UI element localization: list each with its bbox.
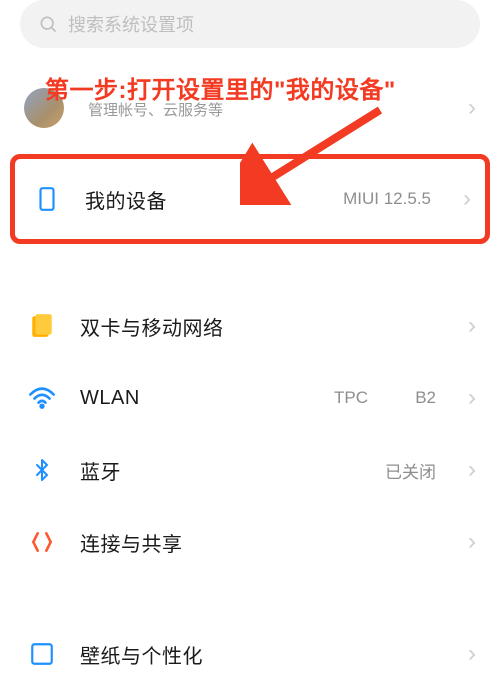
chevron-right-icon: ›	[468, 384, 476, 412]
chevron-right-icon: ›	[468, 528, 476, 556]
callout-text: 第一步:打开设置里的"我的设备"	[45, 70, 396, 105]
connect-share-row[interactable]: 连接与共享 ›	[0, 506, 500, 578]
chevron-right-icon: ›	[468, 94, 476, 122]
sim-title: 双卡与移动网络	[80, 312, 444, 341]
bluetooth-value: 已关闭	[385, 458, 436, 483]
share-icon	[28, 528, 56, 556]
wallpaper-icon	[28, 640, 56, 668]
bluetooth-title: 蓝牙	[80, 456, 361, 485]
chevron-right-icon: ›	[463, 185, 471, 213]
chevron-right-icon: ›	[468, 640, 476, 668]
wlan-value: TPC B2	[334, 388, 436, 408]
connect-share-title: 连接与共享	[80, 528, 444, 557]
search-placeholder: 搜索系统设置项	[68, 11, 194, 37]
sim-icon	[28, 312, 56, 340]
chevron-right-icon: ›	[468, 456, 476, 484]
chevron-right-icon: ›	[468, 312, 476, 340]
search-bar[interactable]: 搜索系统设置项	[20, 0, 480, 48]
arrow-annotation	[240, 105, 390, 205]
bluetooth-row[interactable]: 蓝牙 已关闭 ›	[0, 434, 500, 506]
wallpaper-title: 壁纸与个性化	[80, 640, 444, 669]
search-icon	[38, 14, 58, 34]
wlan-row[interactable]: WLAN TPC B2 ›	[0, 362, 500, 434]
bluetooth-icon	[28, 456, 56, 484]
sim-row[interactable]: 双卡与移动网络 ›	[0, 290, 500, 362]
wallpaper-row[interactable]: 壁纸与个性化 ›	[0, 618, 500, 690]
wlan-title: WLAN	[80, 387, 310, 410]
phone-icon	[33, 185, 61, 213]
wifi-icon	[28, 384, 56, 412]
